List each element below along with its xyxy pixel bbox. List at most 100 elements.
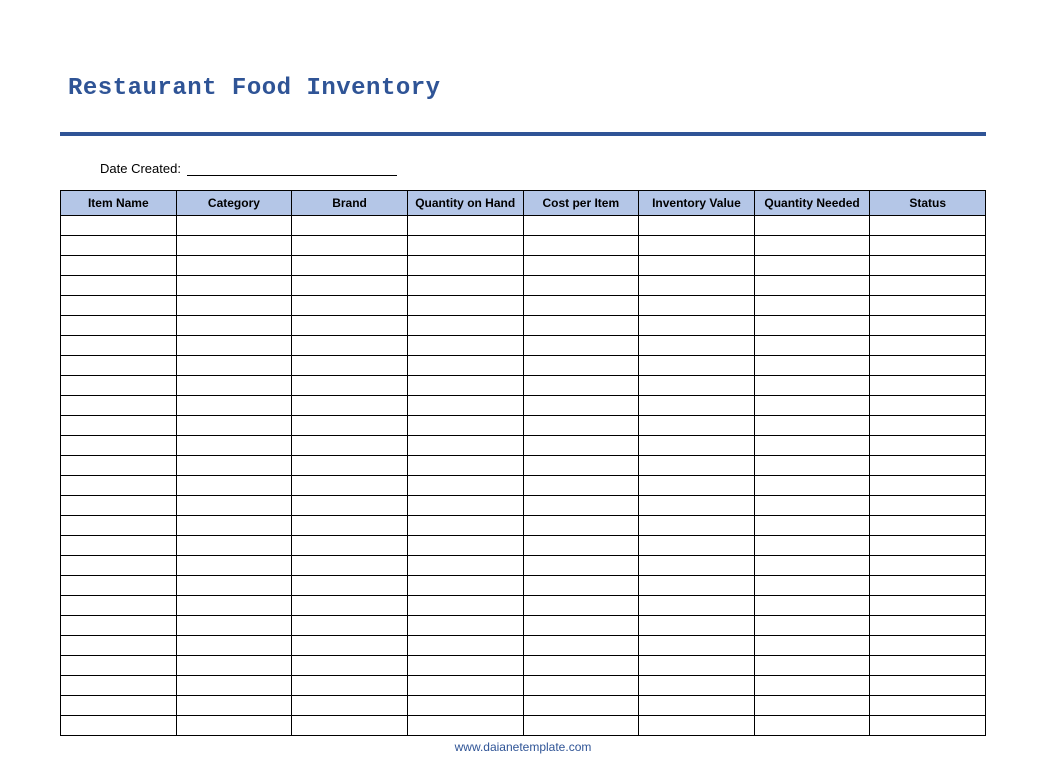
table-cell[interactable] — [176, 476, 292, 496]
table-cell[interactable] — [176, 676, 292, 696]
table-cell[interactable] — [176, 396, 292, 416]
table-cell[interactable] — [754, 316, 870, 336]
table-cell[interactable] — [639, 476, 755, 496]
table-cell[interactable] — [61, 456, 177, 476]
table-cell[interactable] — [754, 476, 870, 496]
table-cell[interactable] — [639, 336, 755, 356]
table-cell[interactable] — [870, 396, 986, 416]
table-cell[interactable] — [407, 256, 523, 276]
table-cell[interactable] — [523, 536, 639, 556]
table-cell[interactable] — [870, 676, 986, 696]
table-cell[interactable] — [407, 216, 523, 236]
table-cell[interactable] — [292, 516, 408, 536]
table-cell[interactable] — [639, 396, 755, 416]
table-cell[interactable] — [639, 616, 755, 636]
table-cell[interactable] — [176, 716, 292, 736]
table-cell[interactable] — [870, 596, 986, 616]
table-cell[interactable] — [870, 376, 986, 396]
table-cell[interactable] — [523, 256, 639, 276]
table-cell[interactable] — [292, 556, 408, 576]
table-cell[interactable] — [523, 636, 639, 656]
table-cell[interactable] — [407, 456, 523, 476]
table-cell[interactable] — [523, 716, 639, 736]
table-cell[interactable] — [61, 576, 177, 596]
table-cell[interactable] — [754, 636, 870, 656]
table-cell[interactable] — [292, 476, 408, 496]
table-cell[interactable] — [639, 296, 755, 316]
table-cell[interactable] — [292, 356, 408, 376]
table-cell[interactable] — [754, 236, 870, 256]
table-cell[interactable] — [523, 616, 639, 636]
table-cell[interactable] — [523, 676, 639, 696]
table-cell[interactable] — [292, 696, 408, 716]
table-cell[interactable] — [639, 596, 755, 616]
table-cell[interactable] — [407, 716, 523, 736]
table-cell[interactable] — [523, 376, 639, 396]
table-cell[interactable] — [407, 276, 523, 296]
table-cell[interactable] — [61, 676, 177, 696]
table-cell[interactable] — [61, 476, 177, 496]
table-cell[interactable] — [407, 596, 523, 616]
table-cell[interactable] — [61, 596, 177, 616]
table-cell[interactable] — [870, 436, 986, 456]
table-cell[interactable] — [176, 656, 292, 676]
table-cell[interactable] — [292, 596, 408, 616]
table-cell[interactable] — [176, 616, 292, 636]
table-cell[interactable] — [870, 536, 986, 556]
table-cell[interactable] — [523, 496, 639, 516]
table-cell[interactable] — [176, 296, 292, 316]
table-cell[interactable] — [61, 296, 177, 316]
table-cell[interactable] — [176, 696, 292, 716]
table-cell[interactable] — [292, 336, 408, 356]
table-cell[interactable] — [176, 416, 292, 436]
table-cell[interactable] — [407, 436, 523, 456]
table-cell[interactable] — [61, 236, 177, 256]
table-cell[interactable] — [639, 316, 755, 336]
table-cell[interactable] — [523, 476, 639, 496]
table-cell[interactable] — [523, 596, 639, 616]
table-cell[interactable] — [407, 476, 523, 496]
table-cell[interactable] — [407, 396, 523, 416]
table-cell[interactable] — [407, 376, 523, 396]
table-cell[interactable] — [292, 716, 408, 736]
table-cell[interactable] — [61, 256, 177, 276]
table-cell[interactable] — [407, 336, 523, 356]
date-created-input-line[interactable] — [187, 162, 397, 176]
table-cell[interactable] — [523, 316, 639, 336]
table-cell[interactable] — [870, 316, 986, 336]
table-cell[interactable] — [754, 556, 870, 576]
table-cell[interactable] — [292, 296, 408, 316]
table-cell[interactable] — [407, 236, 523, 256]
table-cell[interactable] — [754, 356, 870, 376]
table-cell[interactable] — [523, 696, 639, 716]
table-cell[interactable] — [870, 256, 986, 276]
table-cell[interactable] — [176, 316, 292, 336]
table-cell[interactable] — [870, 696, 986, 716]
table-cell[interactable] — [292, 636, 408, 656]
table-cell[interactable] — [870, 276, 986, 296]
table-cell[interactable] — [639, 636, 755, 656]
table-cell[interactable] — [639, 516, 755, 536]
table-cell[interactable] — [61, 416, 177, 436]
table-cell[interactable] — [292, 436, 408, 456]
table-cell[interactable] — [407, 536, 523, 556]
table-cell[interactable] — [523, 416, 639, 436]
table-cell[interactable] — [176, 436, 292, 456]
table-cell[interactable] — [639, 536, 755, 556]
table-cell[interactable] — [754, 276, 870, 296]
table-cell[interactable] — [61, 336, 177, 356]
table-cell[interactable] — [61, 516, 177, 536]
table-cell[interactable] — [870, 636, 986, 656]
table-cell[interactable] — [754, 656, 870, 676]
table-cell[interactable] — [176, 236, 292, 256]
table-cell[interactable] — [754, 716, 870, 736]
table-cell[interactable] — [292, 216, 408, 236]
table-cell[interactable] — [61, 636, 177, 656]
table-cell[interactable] — [639, 276, 755, 296]
table-cell[interactable] — [407, 556, 523, 576]
table-cell[interactable] — [523, 356, 639, 376]
table-cell[interactable] — [754, 216, 870, 236]
table-cell[interactable] — [754, 536, 870, 556]
table-cell[interactable] — [639, 256, 755, 276]
table-cell[interactable] — [176, 596, 292, 616]
